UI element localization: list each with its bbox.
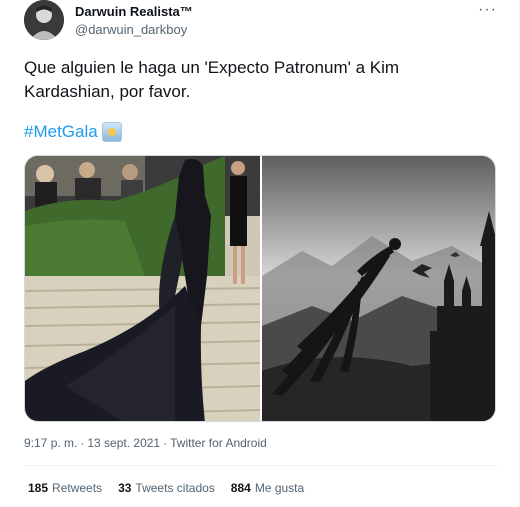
divider <box>24 465 497 466</box>
more-options-icon[interactable]: ··· <box>478 0 497 20</box>
tweet-text: Que alguien le haga un 'Expecto Patronum… <box>24 58 400 101</box>
retweets-label: Retweets <box>52 481 103 495</box>
avatar-image <box>24 0 64 40</box>
media-photo-gown[interactable] <box>25 156 260 421</box>
likes-stat[interactable]: 884 Me gusta <box>231 481 304 495</box>
quote-tweets-stat[interactable]: 33 Tweets citados <box>118 481 215 495</box>
media-grid <box>24 155 496 422</box>
avatar[interactable] <box>24 0 64 40</box>
quote-tweets-label: Tweets citados <box>135 481 215 495</box>
meta-separator: · <box>80 436 85 450</box>
hashtag-link[interactable]: #MetGala <box>24 122 98 142</box>
tweet-time[interactable]: 9:17 p. m. <box>24 436 77 450</box>
retweets-count: 185 <box>28 481 49 495</box>
hashtag-row: #MetGala <box>24 122 122 142</box>
tweet-card: Darwuin Realista™ @darwuin_darkboy ··· Q… <box>0 0 520 507</box>
tweet-meta: 9:17 p. m. · 13 sept. 2021 · Twitter for… <box>24 436 267 450</box>
tweet-stats: 185 Retweets 33 Tweets citados 884 Me gu… <box>28 481 320 495</box>
hashflag-icon <box>101 122 122 142</box>
likes-label: Me gusta <box>254 481 305 495</box>
likes-count: 884 <box>230 481 251 495</box>
media-illustration-dementor[interactable] <box>262 156 495 421</box>
dementor-illustration-art <box>262 156 495 421</box>
gown-photo-art <box>25 156 260 421</box>
author-display-name[interactable]: Darwuin Realista™ <box>75 4 193 19</box>
tweet-source[interactable]: Twitter for Android <box>170 436 267 450</box>
author-name-row[interactable]: Darwuin Realista™ <box>75 4 193 19</box>
tweet-date[interactable]: 13 sept. 2021 <box>87 436 160 450</box>
quote-tweets-count: 33 <box>118 481 132 495</box>
meta-separator: · <box>163 436 168 450</box>
author-handle[interactable]: @darwuin_darkboy <box>75 22 187 37</box>
retweets-stat[interactable]: 185 Retweets <box>28 481 102 495</box>
